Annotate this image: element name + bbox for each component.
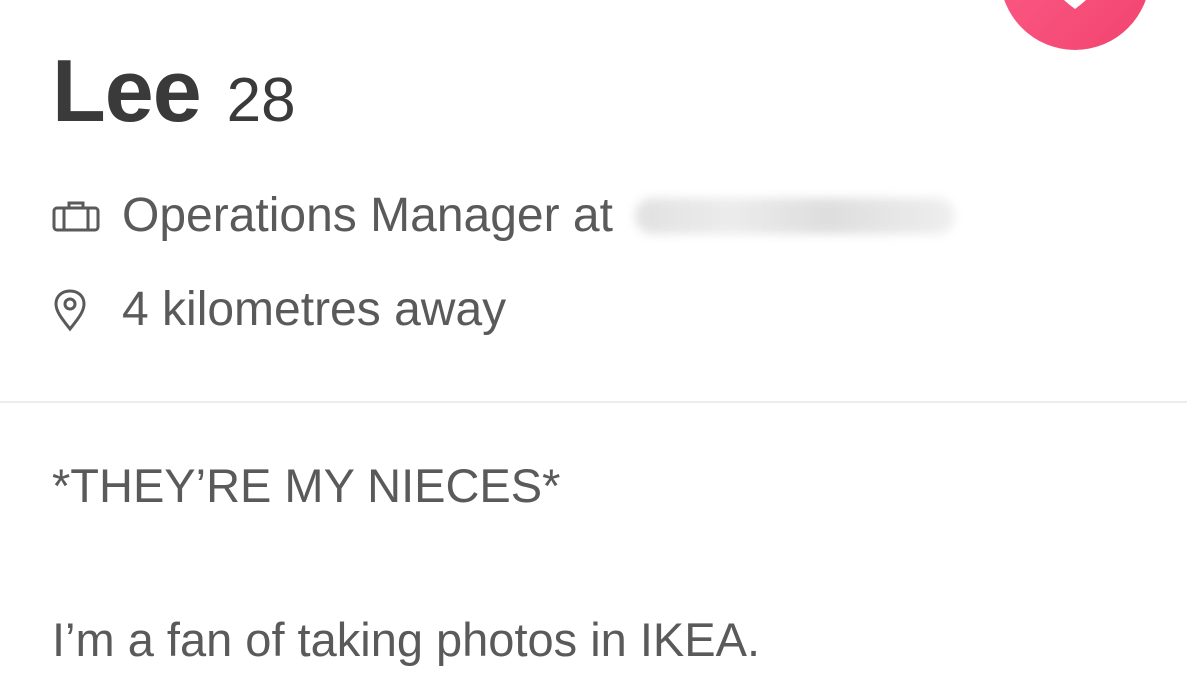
distance-row: 4 kilometres away <box>52 282 506 337</box>
profile-age: 28 <box>226 66 296 135</box>
job-row: Operations Manager at <box>52 188 955 243</box>
heart-icon <box>1052 0 1098 50</box>
location-pin-icon <box>52 288 102 331</box>
like-button[interactable] <box>1000 0 1150 50</box>
profile-header: Lee 28 <box>52 40 296 142</box>
company-name-blurred <box>634 197 955 234</box>
briefcase-icon <box>52 196 102 236</box>
bio-line-2: I’m a fan of taking photos in IKEA. <box>52 613 761 666</box>
distance-text: 4 kilometres away <box>122 283 507 336</box>
bio-line-1: *THEY’RE MY NIECES* <box>52 459 561 512</box>
section-divider <box>0 401 1187 403</box>
profile-name: Lee <box>52 41 202 140</box>
job-title: Operations Manager at <box>122 189 613 242</box>
